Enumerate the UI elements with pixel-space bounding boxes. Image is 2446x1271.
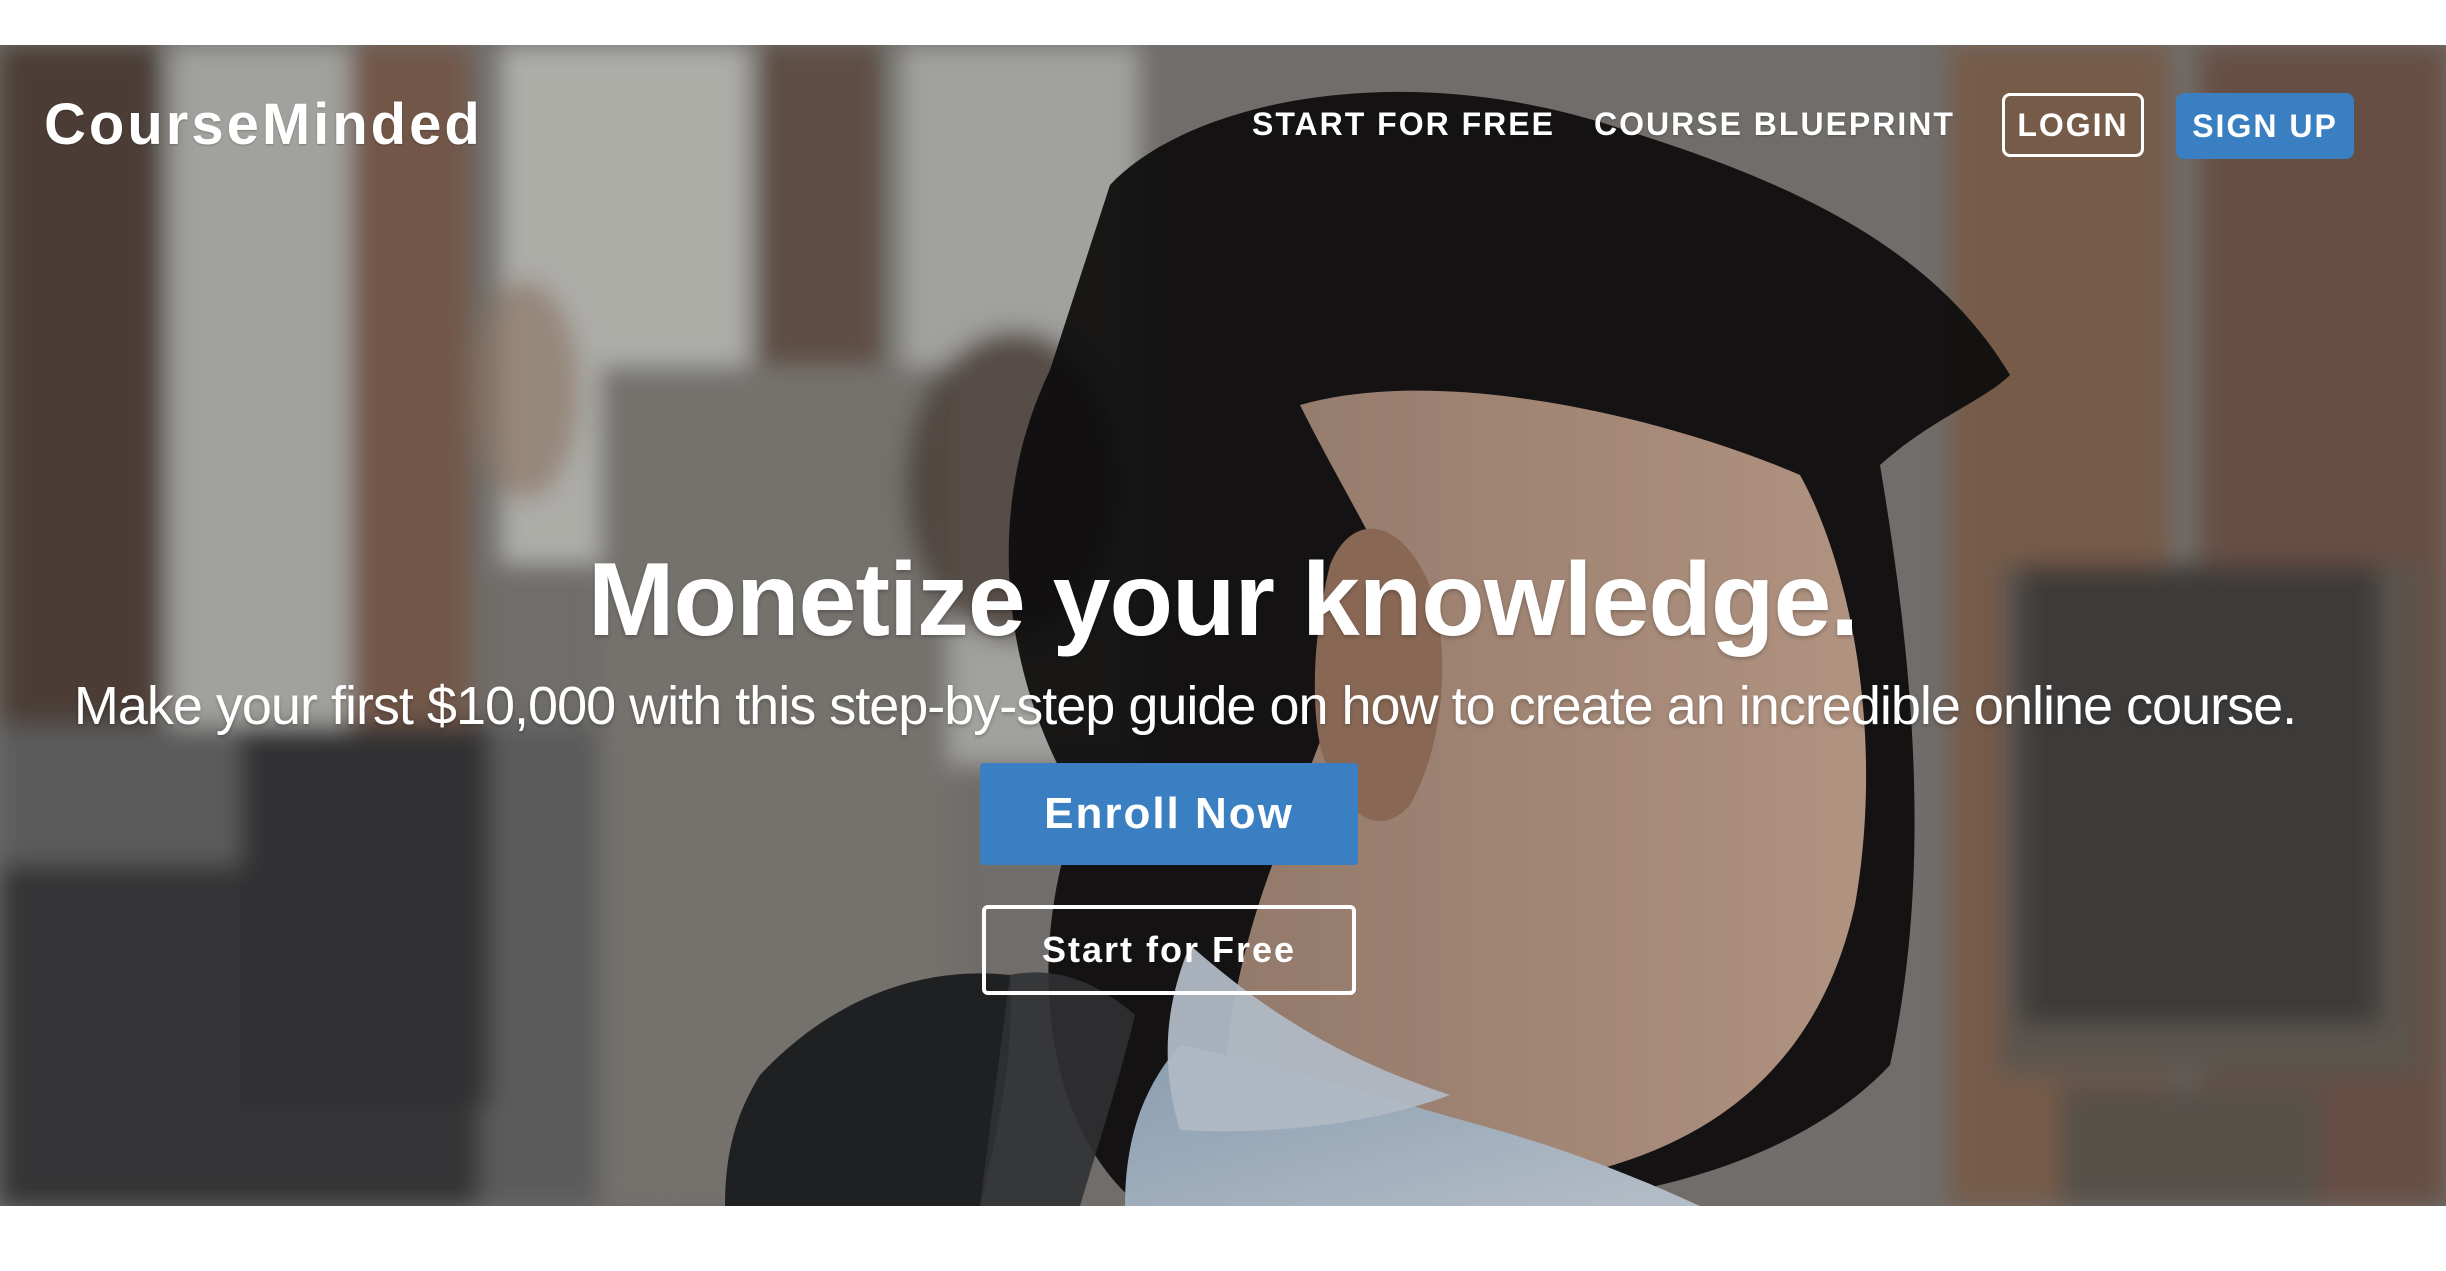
- hero-headline: Monetize your knowledge.: [587, 541, 1859, 658]
- brand-logo[interactable]: CourseMinded: [44, 91, 483, 158]
- start-for-free-button[interactable]: Start for Free: [982, 905, 1356, 995]
- login-button[interactable]: LOGIN: [2002, 93, 2144, 157]
- enroll-now-button[interactable]: Enroll Now: [980, 763, 1358, 865]
- top-navigation: CourseMinded START FOR FREE COURSE BLUEP…: [0, 45, 2446, 205]
- hero-subheadline: Make your first $10,000 with this step-b…: [73, 676, 2297, 736]
- nav-course-blueprint-link[interactable]: COURSE BLUEPRINT: [1594, 106, 1955, 143]
- hero-section: CourseMinded START FOR FREE COURSE BLUEP…: [0, 45, 2446, 1206]
- sign-up-button[interactable]: SIGN UP: [2176, 93, 2354, 159]
- landing-page: CourseMinded START FOR FREE COURSE BLUEP…: [0, 0, 2446, 1271]
- nav-start-for-free-link[interactable]: START FOR FREE: [1252, 106, 1555, 143]
